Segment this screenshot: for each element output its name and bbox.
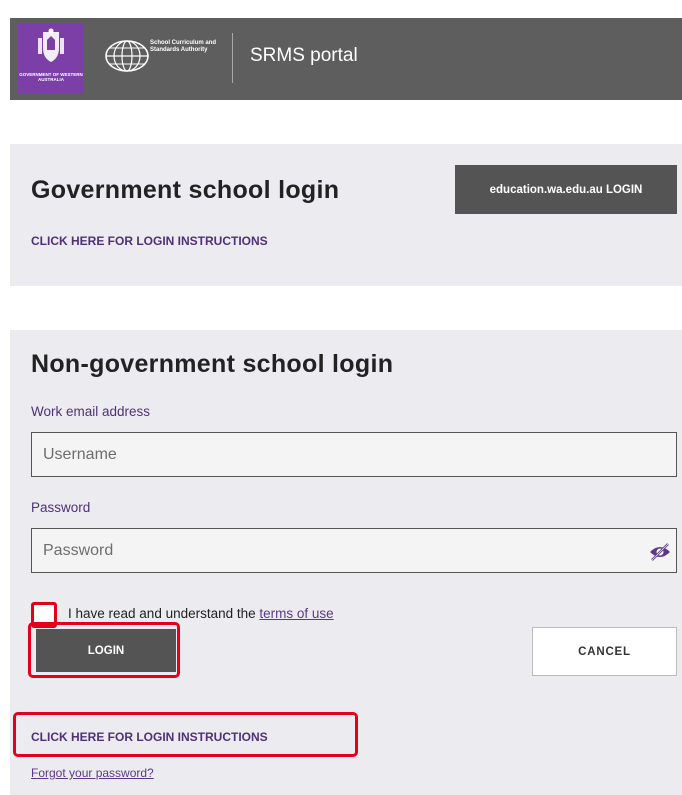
government-login-heading: Government school login (31, 176, 340, 204)
non-government-login-instructions-link[interactable]: CLICK HERE FOR LOGIN INSTRUCTIONS (31, 730, 268, 744)
site-header: GOVERNMENT OF WESTERN AUSTRALIA School C… (10, 18, 682, 100)
scsa-emblem-icon (105, 40, 149, 72)
terms-statement: I have read and understand the terms of … (68, 606, 334, 621)
government-login-instructions-link[interactable]: CLICK HERE FOR LOGIN INSTRUCTIONS (31, 234, 268, 248)
username-input[interactable] (31, 432, 677, 477)
education-login-button[interactable]: education.wa.edu.au LOGIN (455, 165, 677, 214)
show-password-eye-icon[interactable] (648, 542, 672, 562)
non-government-login-panel: Non-government school login Work email a… (10, 330, 682, 795)
government-login-panel: Government school login education.wa.edu… (10, 144, 682, 286)
email-label: Work email address (31, 404, 151, 419)
wa-crest-icon (38, 28, 64, 62)
gov-logo-text: GOVERNMENT OF WESTERN AUSTRALIA (19, 72, 83, 82)
password-input[interactable] (31, 528, 677, 573)
cancel-button[interactable]: CANCEL (532, 627, 677, 676)
non-government-login-heading: Non-government school login (31, 350, 394, 378)
password-label: Password (31, 500, 91, 515)
government-of-wa-logo: GOVERNMENT OF WESTERN AUSTRALIA (18, 24, 84, 94)
login-button[interactable]: LOGIN (36, 629, 176, 672)
terms-prefix: I have read and understand the (68, 606, 260, 621)
scsa-logo-text: School Curriculum and Standards Authorit… (150, 40, 217, 53)
terms-of-use-link[interactable]: terms of use (259, 606, 333, 621)
header-divider (232, 33, 233, 83)
portal-title: SRMS portal (250, 45, 358, 66)
forgot-password-link[interactable]: Forgot your password? (31, 766, 154, 780)
